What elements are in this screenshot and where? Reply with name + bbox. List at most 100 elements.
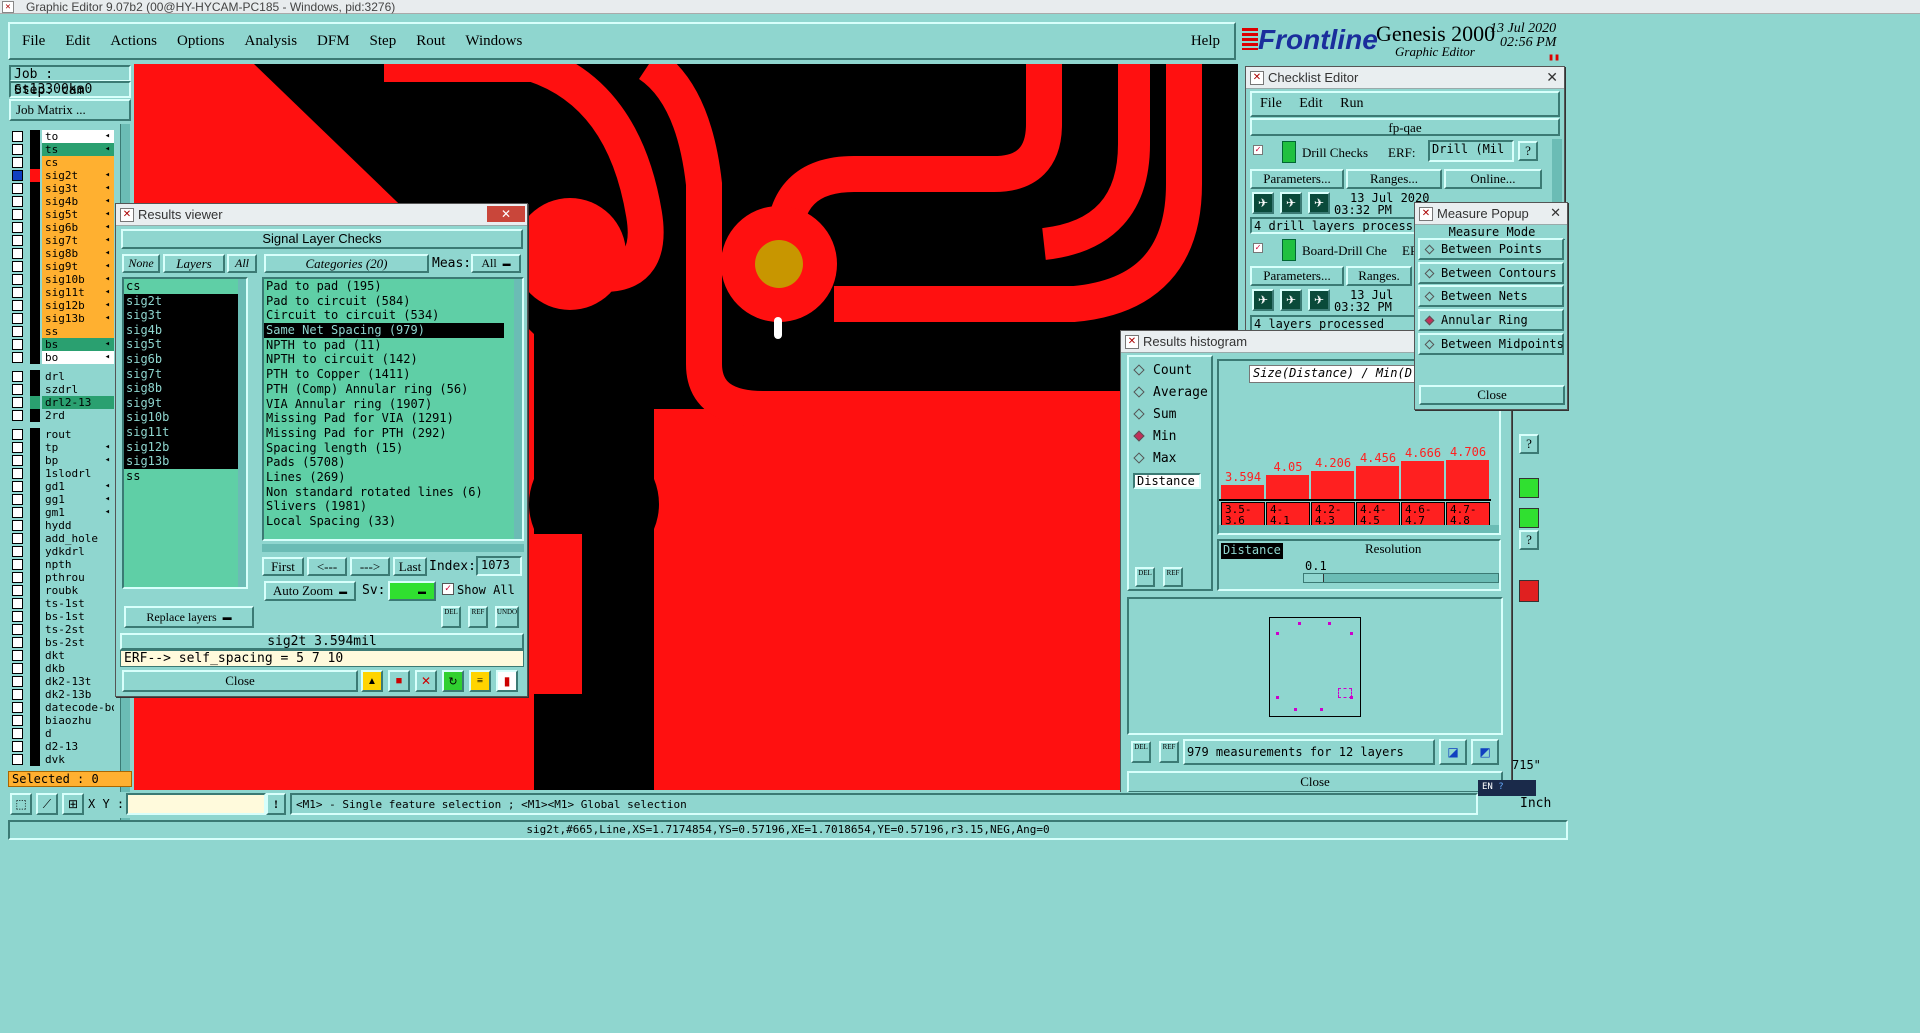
category-item[interactable]: Pad to pad (195) xyxy=(264,279,504,294)
none-button[interactable]: None xyxy=(122,254,160,273)
del-button[interactable]: DEL xyxy=(1131,741,1151,763)
category-item[interactable]: NPTH to circuit (142) xyxy=(264,352,504,367)
layer-row[interactable]: ts ◂ xyxy=(8,143,114,156)
layer-row[interactable]: bs ◂ xyxy=(8,338,114,351)
layer-checkbox[interactable] xyxy=(12,397,23,408)
close-icon[interactable]: ✕ xyxy=(1550,205,1561,221)
menu-step[interactable]: Step xyxy=(370,33,397,50)
layer-checkbox[interactable] xyxy=(12,585,23,596)
layer-row[interactable]: sig6b ◂ xyxy=(8,221,114,234)
layer-checkbox[interactable] xyxy=(12,209,23,220)
layer-checkbox[interactable] xyxy=(12,702,23,713)
layer-row[interactable]: rout xyxy=(8,428,114,441)
sv-color-select[interactable]: ▬ xyxy=(388,581,436,601)
xy-input[interactable] xyxy=(126,793,266,815)
layer-row[interactable]: npth xyxy=(8,558,114,571)
layer-checkbox[interactable] xyxy=(12,624,23,635)
close-icon[interactable]: ✕ xyxy=(1546,69,1558,86)
layer-checkbox[interactable] xyxy=(12,728,23,739)
layer-row[interactable]: bs-1st xyxy=(8,610,114,623)
all-button[interactable]: All xyxy=(227,254,257,273)
menu-rout[interactable]: Rout xyxy=(416,33,445,50)
layer-row[interactable]: dvk xyxy=(8,753,114,766)
close-button[interactable]: Close xyxy=(122,670,358,692)
last-button[interactable]: Last xyxy=(393,557,427,576)
layer-checkbox[interactable] xyxy=(12,520,23,531)
parameters-button[interactable]: Parameters... xyxy=(1250,266,1344,286)
layer-row[interactable]: gm1 ◂ xyxy=(8,506,114,519)
layer-row[interactable]: sig8b ◂ xyxy=(8,247,114,260)
histogram-bar[interactable] xyxy=(1446,459,1490,499)
layer-checkbox[interactable] xyxy=(12,663,23,674)
menu-edit[interactable]: Edit xyxy=(65,33,90,50)
category-item[interactable]: Spacing length (15) xyxy=(264,441,504,456)
layer-row[interactable]: ts-2st xyxy=(8,623,114,636)
auto-zoom-select[interactable]: Auto Zoom ▬ xyxy=(264,581,356,601)
result-layer-item[interactable]: sig6b xyxy=(124,351,238,367)
layer-checkbox[interactable] xyxy=(12,339,23,350)
layer-row[interactable]: sig2t ◂ xyxy=(8,169,114,182)
distance-field[interactable]: Distance xyxy=(1133,473,1201,489)
grid-tool-icon[interactable]: ⊞ xyxy=(62,793,84,815)
layer-checkbox[interactable] xyxy=(12,689,23,700)
layer-checkbox[interactable] xyxy=(12,196,23,207)
radio-count[interactable]: Count xyxy=(1133,363,1192,378)
run-icon[interactable]: ✈ xyxy=(1252,289,1274,311)
layer-row[interactable]: bo ◂ xyxy=(8,351,114,364)
run-icon[interactable]: ✈ xyxy=(1252,192,1274,214)
layer-checkbox[interactable] xyxy=(12,741,23,752)
refresh-icon[interactable]: ↻ xyxy=(442,670,464,692)
layer-row[interactable]: 1slodrl xyxy=(8,467,114,480)
result-layer-item[interactable]: sig12b xyxy=(124,439,238,455)
layer-checkbox[interactable] xyxy=(12,559,23,570)
result-layer-item[interactable]: sig9t xyxy=(124,395,238,411)
result-layer-item[interactable]: sig3t xyxy=(124,308,238,323)
help-button[interactable]: ? xyxy=(1519,530,1539,550)
layer-checkbox[interactable] xyxy=(12,287,23,298)
job-matrix-button[interactable]: Job Matrix ... xyxy=(9,99,131,121)
layer-row[interactable]: tp ◂ xyxy=(8,441,114,454)
category-item[interactable]: Circuit to circuit (534) xyxy=(264,308,504,323)
category-item[interactable]: Slivers (1981) xyxy=(264,499,504,514)
ref-button[interactable]: REF xyxy=(1159,741,1179,763)
category-item[interactable]: PTH (Comp) Annular ring (56) xyxy=(264,382,504,397)
zoom-icon[interactable]: ◪ xyxy=(1439,739,1467,765)
category-item[interactable]: VIA Annular ring (1907) xyxy=(264,397,504,412)
parameters-button[interactable]: Parameters... xyxy=(1250,169,1344,189)
layer-row[interactable]: ss xyxy=(8,325,114,338)
checklist-menu-run[interactable]: Run xyxy=(1340,96,1363,111)
layer-checkbox[interactable] xyxy=(12,222,23,233)
layer-checkbox[interactable] xyxy=(12,468,23,479)
layer-row[interactable]: drl xyxy=(8,370,114,383)
layer-checkbox[interactable] xyxy=(12,313,23,324)
menu-file[interactable]: File xyxy=(22,33,45,50)
layers-button[interactable]: Layers xyxy=(163,254,225,273)
help-button[interactable]: ? xyxy=(1519,434,1539,454)
category-item[interactable]: Lines (269) xyxy=(264,470,504,485)
result-layer-item[interactable]: sig13b xyxy=(124,454,238,469)
layer-checkbox[interactable] xyxy=(12,429,23,440)
layer-row[interactable]: dkt xyxy=(8,649,114,662)
histogram-icon[interactable]: ▮ xyxy=(496,670,518,692)
layer-row[interactable]: biaozhu xyxy=(8,714,114,727)
result-layer-item[interactable]: sig5t xyxy=(124,337,238,352)
layer-row[interactable]: sig3t ◂ xyxy=(8,182,114,195)
layer-row[interactable]: sig9t ◂ xyxy=(8,260,114,273)
histogram-bar[interactable] xyxy=(1356,465,1400,499)
result-layer-item[interactable]: cs xyxy=(124,279,238,294)
layer-row[interactable]: gd1 ◂ xyxy=(8,480,114,493)
layer-results-scrollbar[interactable] xyxy=(238,279,246,587)
radio-sum[interactable]: Sum xyxy=(1133,407,1176,422)
menu-actions[interactable]: Actions xyxy=(110,33,157,50)
layer-checkbox[interactable] xyxy=(12,235,23,246)
layer-checkbox[interactable] xyxy=(12,248,23,259)
layer-row[interactable]: roubk xyxy=(8,584,114,597)
zoom-icon[interactable]: ◩ xyxy=(1471,739,1499,765)
result-layer-item[interactable]: sig8b xyxy=(124,381,238,396)
help-button[interactable]: ? xyxy=(1518,141,1538,161)
layer-row[interactable]: sig10b ◂ xyxy=(8,273,114,286)
layer-checkbox[interactable] xyxy=(12,637,23,648)
exclude-icon[interactable]: ✕ xyxy=(415,670,437,692)
resolution-slider[interactable] xyxy=(1303,573,1499,583)
menu-help[interactable]: Help xyxy=(1191,33,1220,50)
